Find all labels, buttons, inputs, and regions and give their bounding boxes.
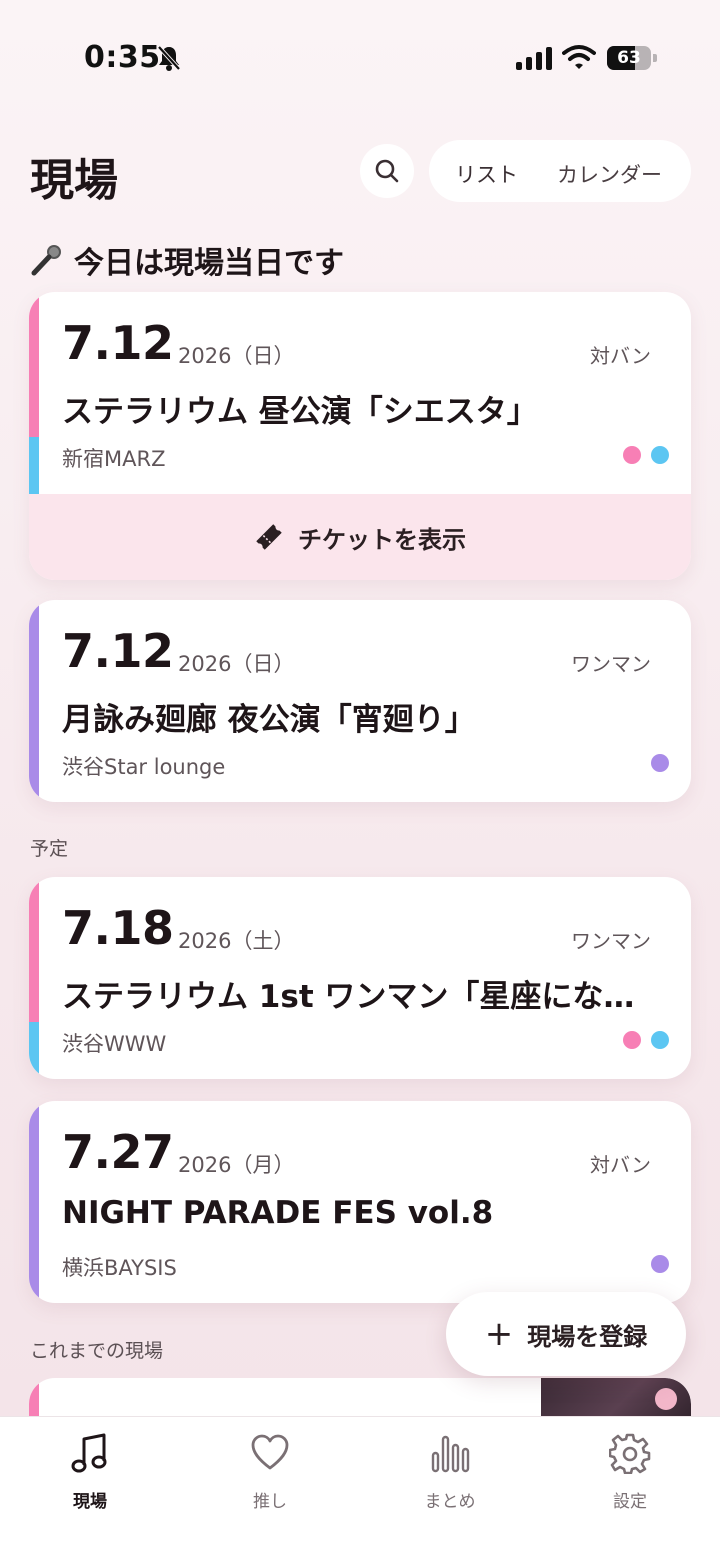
today-section-title: 今日は現場当日です (74, 246, 344, 281)
tab-bar: 現場 推し まとめ 設定 (0, 1416, 720, 1565)
cellular-signal-icon (516, 46, 552, 70)
status-time: 0:35 (84, 40, 161, 75)
search-icon (375, 159, 399, 183)
view-toggle: リスト カレンダー (429, 140, 691, 202)
event-date: 7.18 (62, 901, 174, 955)
event-type: ワンマン (571, 929, 651, 953)
music-note-icon (71, 1433, 107, 1473)
past-section-title: これまでの現場 (30, 1340, 164, 1362)
event-title: NIGHT PARADE FES vol.8 (62, 1195, 494, 1231)
tab-label: 推し (253, 1492, 287, 1512)
plus-icon: + (484, 1314, 514, 1354)
bar-chart-icon (431, 1435, 470, 1473)
event-venue: 横浜BAYSIS (62, 1256, 177, 1280)
event-year: 2026（月） (178, 1153, 295, 1177)
event-card[interactable]: 7.12 2026（日） 対バン ステラリウム 昼公演「シエスタ」 新宿MARZ… (29, 292, 691, 580)
event-year: 2026（土） (178, 929, 295, 953)
event-card[interactable]: 7.12 2026（日） ワンマン 月詠み廻廊 夜公演「宵廻り」 渋谷Star … (29, 600, 691, 802)
view-toggle-list[interactable]: リスト (455, 159, 518, 189)
search-button[interactable] (360, 144, 414, 198)
tab-label: 現場 (73, 1492, 107, 1512)
oshi-dot (651, 754, 669, 772)
event-date: 7.27 (62, 1125, 174, 1179)
oshi-color-stripe (29, 1101, 39, 1303)
wifi-icon (562, 45, 596, 69)
event-card[interactable]: 7.18 2026（土） ワンマン ステラリウム 1st ワンマン「星座にな… … (29, 877, 691, 1079)
battery-level: 63 (617, 48, 641, 68)
oshi-dot (623, 1031, 641, 1049)
event-date: 7.12 (62, 316, 174, 370)
upcoming-section-title: 予定 (30, 838, 69, 860)
oshi-dot (651, 1031, 669, 1049)
today-section-header: 今日は現場当日です (30, 238, 344, 282)
event-title: ステラリウム 1st ワンマン「星座にな… (62, 979, 635, 1015)
show-ticket-button[interactable]: チケットを表示 (29, 494, 691, 580)
page-title: 現場 (30, 155, 118, 206)
ticket-icon (256, 524, 282, 550)
event-venue: 渋谷WWW (62, 1032, 167, 1056)
bell-slash-icon (157, 45, 181, 71)
tab-settings[interactable]: 設定 (570, 1431, 690, 1512)
add-event-button[interactable]: + 現場を登録 (446, 1292, 686, 1376)
add-event-label: 現場を登録 (527, 1322, 648, 1351)
view-toggle-calendar[interactable]: カレンダー (557, 159, 662, 189)
event-date: 7.12 (62, 624, 174, 678)
event-venue: 渋谷Star lounge (62, 755, 226, 779)
oshi-color-stripe (29, 292, 39, 437)
event-title: 月詠み廻廊 夜公演「宵廻り」 (62, 702, 476, 738)
tab-oshi[interactable]: 推し (210, 1431, 330, 1512)
oshi-dots (651, 1255, 669, 1273)
show-ticket-label: チケットを表示 (298, 525, 466, 554)
event-title: ステラリウム 昼公演「シエスタ」 (62, 394, 538, 430)
oshi-dots (623, 446, 669, 464)
oshi-dots (651, 754, 669, 772)
gear-icon (609, 1433, 651, 1474)
oshi-color-stripe (29, 437, 39, 494)
oshi-dot (623, 446, 641, 464)
tab-summary[interactable]: まとめ (390, 1431, 510, 1512)
oshi-dots (623, 1031, 669, 1049)
oshi-color-stripe (29, 877, 39, 1022)
tab-label: 設定 (613, 1492, 647, 1512)
event-venue: 新宿MARZ (62, 447, 166, 471)
microphone-icon (31, 245, 61, 276)
event-type: 対バン (590, 344, 651, 368)
oshi-dot (651, 446, 669, 464)
oshi-dot (651, 1255, 669, 1273)
event-card[interactable]: 7.27 2026（月） 対バン NIGHT PARADE FES vol.8 … (29, 1101, 691, 1303)
tab-events[interactable]: 現場 (30, 1431, 150, 1512)
oshi-color-stripe (29, 1022, 39, 1079)
heart-icon (251, 1434, 289, 1470)
event-year: 2026（日） (178, 652, 295, 676)
status-bar: 0:35 63 (0, 0, 720, 120)
event-year: 2026（日） (178, 344, 295, 368)
oshi-color-stripe (29, 600, 39, 802)
event-type: ワンマン (571, 652, 651, 676)
battery-icon: 63 (607, 46, 657, 70)
tab-label: まとめ (424, 1492, 476, 1512)
event-type: 対バン (590, 1153, 651, 1177)
